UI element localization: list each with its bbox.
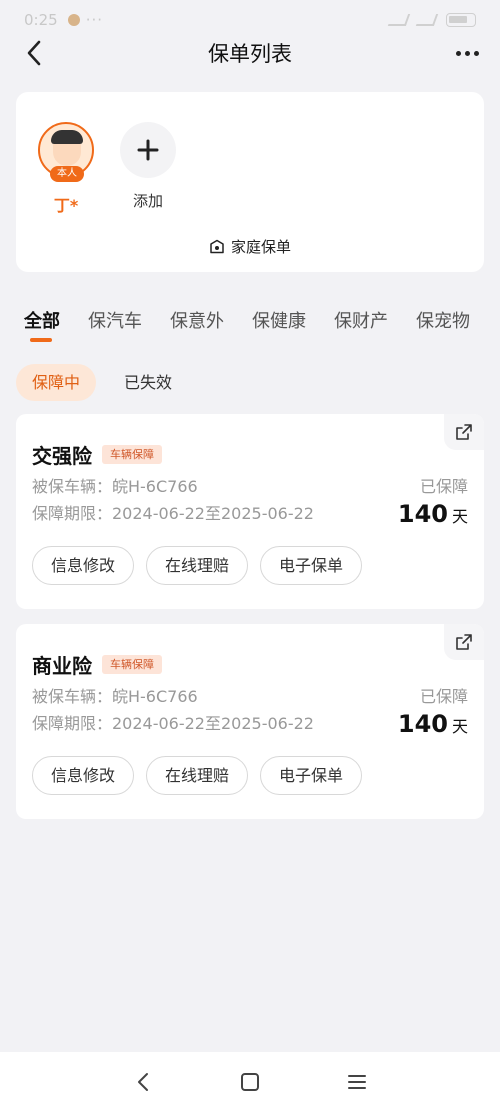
open-external-icon <box>456 424 472 440</box>
online-claim-button[interactable]: 在线理赔 <box>146 546 249 585</box>
guard-label: 已保障 <box>419 687 468 706</box>
filter-active[interactable]: 保障中 <box>16 364 97 401</box>
policy-name: 商业险 <box>32 654 92 678</box>
avatar-hair <box>51 130 83 144</box>
family-policy-link[interactable]: 家庭保单 <box>16 236 484 257</box>
more-dot-icon <box>464 50 470 56</box>
system-menu-icon <box>347 1074 366 1089</box>
battery-icon <box>446 13 476 27</box>
guard-days-unit: 天 <box>451 507 468 526</box>
home-shield-icon <box>210 239 224 253</box>
plus-icon <box>137 139 159 161</box>
status-more-dots: ··· <box>85 11 103 29</box>
back-arrow-icon <box>27 40 41 66</box>
e-policy-button[interactable]: 电子保单 <box>260 546 363 585</box>
family-policy-label: 家庭保单 <box>230 238 291 256</box>
filter-expired[interactable]: 已失效 <box>108 364 188 401</box>
policy-card[interactable]: 交强险 车辆保障 被保车辆：皖H-6C766 保障期限：2024-06-22至2… <box>16 414 484 609</box>
coverage-period: 保障期限：2024-06-22至2025-06-22 <box>32 504 314 523</box>
notification-icon <box>67 14 80 26</box>
category-tabs: 全部 保汽车 保意外 保健康 保财产 保宠物 <box>24 307 498 347</box>
policy-actions: 信息修改 在线理赔 电子保单 <box>32 756 363 795</box>
coverage-period: 保障期限：2024-06-22至2025-06-22 <box>32 714 314 733</box>
guard-days: 140 天 <box>398 710 468 738</box>
policy-head: 交强险 车辆保障 <box>32 440 162 469</box>
back-button[interactable] <box>18 36 50 70</box>
e-policy-button[interactable]: 电子保单 <box>260 756 363 795</box>
guard-label: 已保障 <box>419 477 468 496</box>
policy-tag: 车辆保障 <box>102 655 162 674</box>
self-badge: 本人 <box>50 166 84 182</box>
system-back-button[interactable] <box>123 1062 163 1102</box>
add-label: 添加 <box>132 192 163 210</box>
more-dot-icon <box>455 50 461 56</box>
system-home-icon <box>240 1072 259 1091</box>
policy-tag: 车辆保障 <box>102 445 162 464</box>
tab-pet[interactable]: 保宠物 <box>416 307 470 347</box>
add-circle <box>120 122 176 178</box>
open-external-button[interactable] <box>444 624 484 660</box>
signal-icon <box>387 14 411 26</box>
tab-accident[interactable]: 保意外 <box>170 307 224 347</box>
insured-vehicle: 被保车辆：皖H-6C766 <box>32 687 198 706</box>
policy-card[interactable]: 商业险 车辆保障 被保车辆：皖H-6C766 保障期限：2024-06-22至2… <box>16 624 484 819</box>
add-member-button[interactable]: 添加 <box>119 122 177 211</box>
status-icons <box>387 13 476 27</box>
tab-all[interactable]: 全部 <box>24 307 60 347</box>
nav-bar: 保单列表 <box>0 30 500 76</box>
edit-info-button[interactable]: 信息修改 <box>32 546 135 585</box>
policy-actions: 信息修改 在线理赔 电子保单 <box>32 546 363 585</box>
system-menu-button[interactable] <box>337 1062 377 1102</box>
system-back-icon <box>138 1072 149 1091</box>
edit-info-button[interactable]: 信息修改 <box>32 756 135 795</box>
guard-days: 140 天 <box>398 500 468 528</box>
signal-icon-2 <box>415 14 439 26</box>
avatar: 本人 <box>38 122 94 182</box>
system-nav-bar <box>0 1052 500 1111</box>
open-external-button[interactable] <box>444 414 484 450</box>
policy-head: 商业险 车辆保障 <box>32 650 162 679</box>
status-filter: 保障中 已失效 <box>16 364 188 401</box>
member-name: 丁* <box>53 196 79 215</box>
more-dot-icon <box>473 50 479 56</box>
guard-days-number: 140 <box>397 500 448 528</box>
insured-vehicle: 被保车辆：皖H-6C766 <box>32 477 198 496</box>
open-external-icon <box>456 634 472 650</box>
policy-name: 交强险 <box>32 444 92 468</box>
tab-health[interactable]: 保健康 <box>252 307 306 347</box>
online-claim-button[interactable]: 在线理赔 <box>146 756 249 795</box>
tab-property[interactable]: 保财产 <box>334 307 388 347</box>
member-self[interactable]: 本人 丁* <box>37 122 95 216</box>
tab-car[interactable]: 保汽车 <box>88 307 142 347</box>
system-home-button[interactable] <box>230 1062 270 1102</box>
guard-days-number: 140 <box>397 710 448 738</box>
guard-days-unit: 天 <box>451 717 468 736</box>
status-time: 0:25 <box>24 11 58 29</box>
page-title: 保单列表 <box>208 42 292 66</box>
more-button[interactable] <box>452 40 482 66</box>
family-card: 本人 丁* 添加 家庭保单 <box>16 92 484 272</box>
